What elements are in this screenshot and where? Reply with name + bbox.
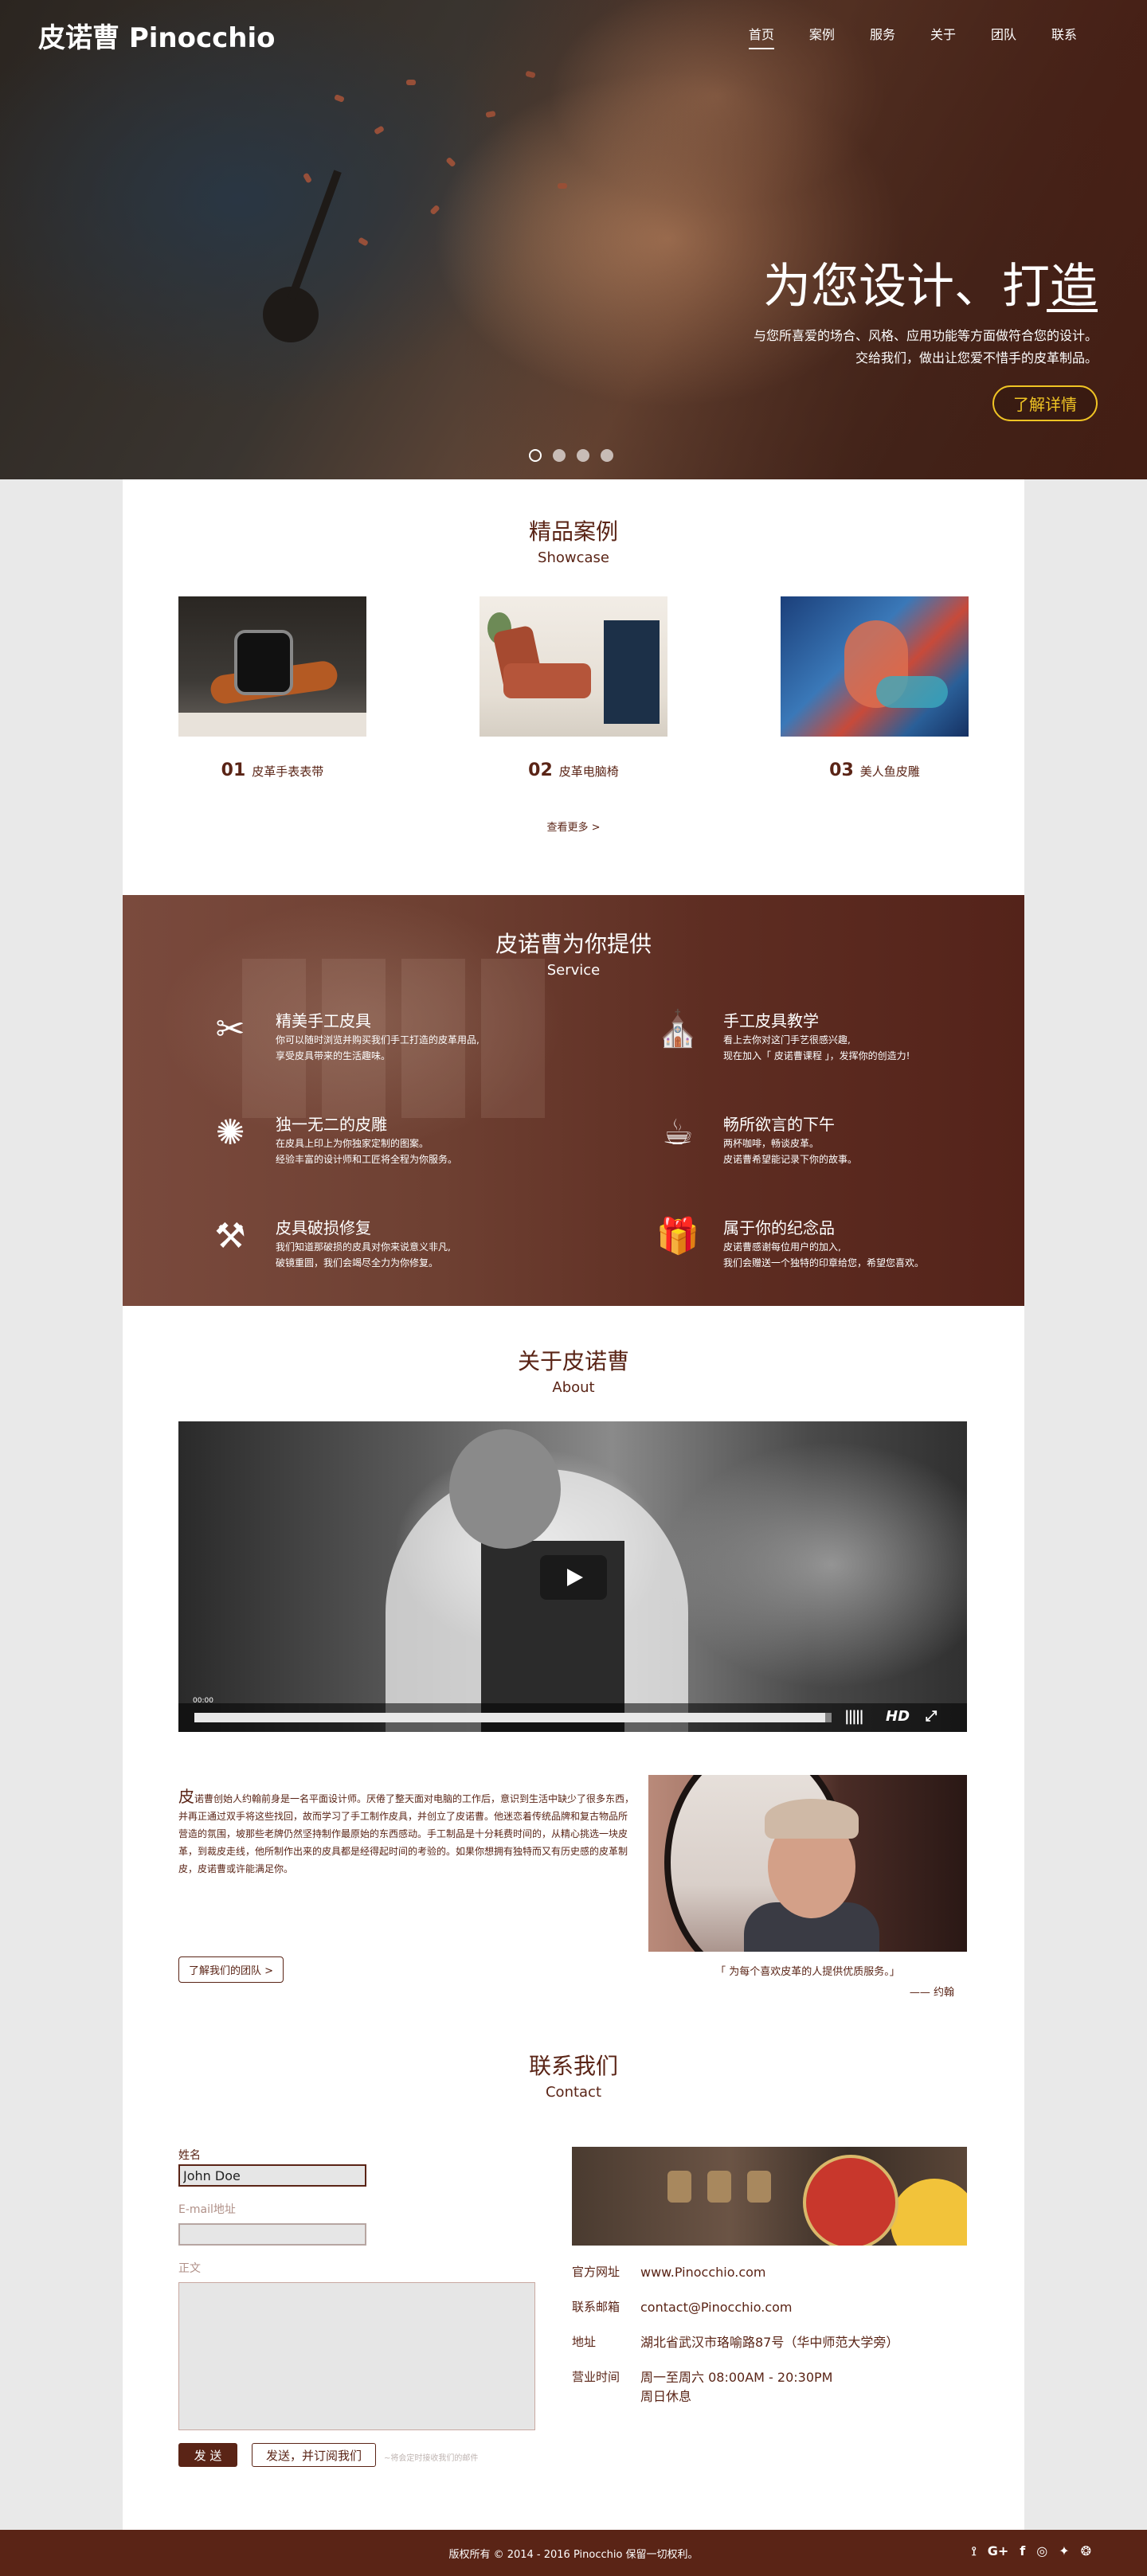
carousel-dot-1[interactable] [529,449,542,462]
card-title[interactable]: 美人鱼皮雕 [860,764,920,779]
hero-text: 为您设计、打造 与您所喜爱的场合、风格、应用功能等方面做符合您的设计。 交给我们… [588,255,1098,421]
card-title[interactable]: 皮革手表表带 [252,764,323,779]
leather-chair-image[interactable] [480,596,667,737]
showcase-title: 精品案例 [528,518,618,545]
school-icon: ⛪ [656,1009,700,1050]
card-number: 03 [829,760,854,780]
repair-kit-icon: ⚒ [214,1216,246,1257]
showcase-subtitle: Showcase [538,549,609,566]
view-more-link[interactable]: 查看更多 > [178,819,969,834]
quote-author: —— 约翰 [909,1987,954,1999]
site-logo[interactable]: 皮诺曹 Pinocchio [38,16,276,55]
service-subtitle: Service [546,962,601,979]
send-subscribe-button[interactable]: 发送，并订阅我们 [252,2443,376,2467]
watch-strap-image[interactable] [178,596,366,737]
card-title[interactable]: 皮革电脑椅 [559,764,619,779]
gift-icon: 🎁 [656,1216,700,1257]
contact-section: 联系我们 Contact 姓名 E-mail地址 正文 发 送 发送，并订阅我们… [123,2030,1024,2530]
about-subtitle: About [552,1379,595,1396]
weibo-icon[interactable]: ✦ [1059,2543,1069,2559]
learn-more-button[interactable]: 了解详情 [992,385,1098,421]
about-body: 皮诺曹创始人约翰前身是一名平面设计师。厌倦了整天面对电脑的工作后，意识到生活中缺… [178,1775,969,2030]
service-section: 皮诺曹为你提供 Service ✂ 精美手工皮具 你可以随时浏览并购买我们手工打… [123,895,1024,1306]
mermaid-carving-image[interactable] [781,596,969,737]
hero-banner: 皮诺曹 Pinocchio 首页 案例 服务 关于 团队 联系 为您设计、打造 … [0,0,1147,479]
nav-contact[interactable]: 联系 [1051,24,1077,49]
play-icon [567,1569,583,1586]
hero-title-underline [1047,309,1098,312]
carousel-dot-3[interactable] [577,449,589,462]
google-plus-icon[interactable]: G+ [988,2543,1009,2559]
nav-home[interactable]: 首页 [748,24,774,49]
contact-body: 姓名 E-mail地址 正文 发 送 发送，并订阅我们 ~将会定时接收我们的邮件… [178,2147,969,2513]
fullscreen-icon[interactable]: ⤢ [926,1708,937,1725]
carousel-dot-2[interactable] [553,449,566,462]
carving-icon: ✺ [215,1112,245,1153]
showcase-card-watch[interactable]: 01 皮革手表表带 [178,596,366,780]
card-number: 02 [528,760,553,780]
hero-subtitle-2: 交给我们，做出让您爱不惜手的皮革制品。 [855,350,1098,365]
contact-title: 联系我们 [528,2053,618,2079]
main-nav: 首页 案例 服务 关于 团队 联系 [714,24,1077,49]
nav-team[interactable]: 团队 [991,24,1016,49]
email-input[interactable] [178,2223,366,2246]
showcase-cards: 01 皮革手表表带 02 皮革电脑椅 03 美人鱼皮雕 [178,596,969,780]
tea-cake-icon: ☕ [662,1112,694,1153]
about-section: 关于皮诺曹 About 00:00 ||||| HD ⤢ 皮诺曹创始人约翰前身是… [123,1306,1024,2030]
instagram-icon[interactable]: ◎ [1036,2543,1047,2559]
about-title: 关于皮诺曹 [517,1348,629,1374]
message-textarea[interactable] [178,2282,535,2430]
hd-button[interactable]: HD [886,1708,910,1725]
name-label: 姓名 [178,2149,201,2162]
showcase-card-mermaid[interactable]: 03 美人鱼皮雕 [781,596,969,780]
volume-icon[interactable]: ||||| [844,1708,864,1725]
team-button[interactable]: 了解我们的团队 > [178,1956,284,1983]
showcase-card-chair[interactable]: 02 皮革电脑椅 [480,596,667,780]
hero-subtitle-1: 与您所喜爱的场合、风格、应用功能等方面做符合您的设计。 [753,328,1098,343]
nav-cases[interactable]: 案例 [809,24,835,49]
card-number: 01 [221,760,246,780]
play-button[interactable] [540,1555,607,1600]
scissors-icon: ✂ [215,1009,245,1050]
video-progress-bar[interactable] [194,1713,832,1722]
email-label: E-mail地址 [178,2203,236,2216]
send-button[interactable]: 发 送 [178,2443,237,2467]
facebook-icon[interactable]: f [1020,2543,1025,2559]
about-description: 皮诺曹创始人约翰前身是一名平面设计师。厌倦了整天面对电脑的工作后，意识到生活中缺… [178,1787,635,1874]
social-links: ⟟ G+ f ◎ ✦ ❂ [972,2543,1091,2559]
video-controls: ||||| HD ⤢ [178,1703,967,1732]
nav-services[interactable]: 服务 [870,24,895,49]
founder-portrait [648,1775,967,1952]
website-link[interactable]: www.Pinocchio.com [640,2263,975,2282]
name-input[interactable] [178,2164,366,2187]
rss-icon[interactable]: ⟟ [972,2543,977,2559]
wechat-icon[interactable]: ❂ [1081,2543,1091,2559]
carousel-dots [529,449,613,462]
service-title: 皮诺曹为你提供 [495,931,652,957]
leather-tools-image [572,2147,967,2246]
hero-title: 为您设计、打造 [763,259,1098,315]
founder-quote: 「 为每个喜欢皮革的人提供优质服务。」 [715,1966,900,1978]
subscribe-note: ~将会定时接收我们的邮件 [384,2454,479,2463]
showcase-section: 精品案例 Showcase 01 皮革手表表带 02 皮革电脑椅 03 美人鱼皮雕 [123,479,1024,895]
top-navbar: 皮诺曹 Pinocchio 首页 案例 服务 关于 团队 联系 [0,0,1147,64]
carousel-dot-4[interactable] [601,449,613,462]
contact-subtitle: Contact [545,2084,602,2101]
footer: 版权所有 © 2014 - 2016 Pinocchio 保留一切权利。 ⟟ G… [0,2530,1147,2576]
nav-about[interactable]: 关于 [930,24,956,49]
video-player[interactable]: 00:00 ||||| HD ⤢ [178,1421,967,1732]
main-content: 精品案例 Showcase 01 皮革手表表带 02 皮革电脑椅 03 美人鱼皮雕 [123,479,1024,2530]
email-link[interactable]: contact@Pinocchio.com [640,2298,975,2317]
body-label: 正文 [178,2262,201,2275]
